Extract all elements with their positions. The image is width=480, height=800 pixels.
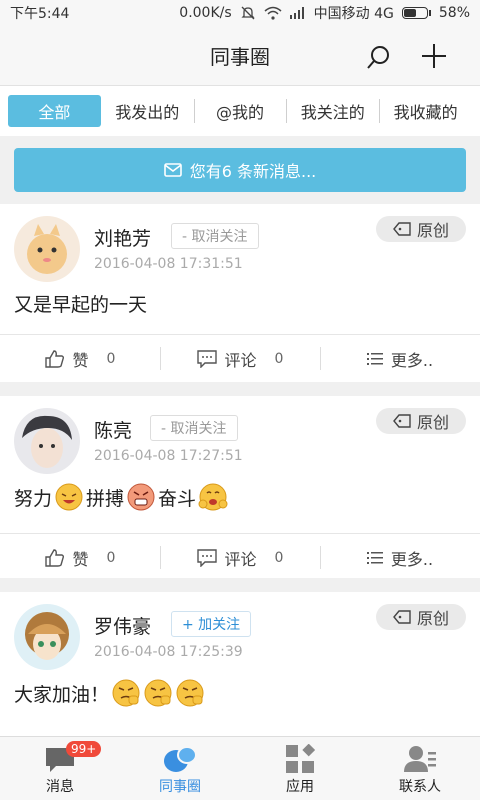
original-tag: 原创: [376, 604, 466, 630]
unfollow-button[interactable]: - 取消关注: [171, 223, 259, 249]
page-title: 同事圈: [210, 45, 270, 69]
post-card: 刘艳芳 - 取消关注 2016-04-08 17:31:51 原创 又是早起的一…: [0, 204, 480, 382]
original-tag: 原创: [376, 408, 466, 434]
tag-icon: [393, 222, 411, 236]
comment-icon: [196, 349, 217, 368]
tag-icon: [393, 610, 411, 624]
post-content: 大家加油！: [14, 678, 205, 708]
thumbs-up-icon: [44, 349, 64, 368]
author-name: 刘艳芳: [94, 228, 152, 250]
battery-icon: [401, 7, 431, 19]
post-actions: 赞 0 评论 0 更多..: [0, 533, 480, 581]
fist-emoji-icon: [112, 679, 140, 707]
nav-apps[interactable]: 应用: [240, 737, 360, 800]
tab-all[interactable]: 全部: [8, 95, 101, 127]
post-card: 陈亮 - 取消关注 2016-04-08 17:27:51 原创 努力 拼搏 奋…: [0, 396, 480, 578]
avatar[interactable]: [14, 216, 80, 282]
more-button[interactable]: 更多..: [320, 534, 480, 581]
comment-button[interactable]: 评论 0: [160, 534, 320, 581]
like-button[interactable]: 赞 0: [0, 534, 160, 581]
filter-tabs: 全部 我发出的 @我的 我关注的 我收藏的: [0, 86, 480, 136]
post-card: 罗伟豪 + 加关注 2016-04-08 17:25:39 原创 大家加油！: [0, 592, 480, 738]
original-tag: 原创: [376, 216, 466, 242]
nav-colleague-circle[interactable]: 同事圈: [120, 737, 240, 800]
battery-percent: 58%: [438, 5, 470, 21]
banner-text: 您有6 条新消息...: [189, 162, 317, 181]
avatar[interactable]: [14, 604, 80, 670]
signal-icon: [289, 7, 304, 19]
status-time: 下午5:44: [10, 6, 70, 22]
mute-icon: [241, 6, 255, 20]
wifi-icon: [264, 6, 282, 20]
author-name: 陈亮: [94, 420, 133, 442]
author-name: 罗伟豪: [94, 616, 152, 638]
apps-icon: [286, 744, 315, 773]
comment-button[interactable]: 评论 0: [160, 335, 320, 382]
nav-messages[interactable]: 消息 99+: [0, 737, 120, 800]
post-actions: 赞 0 评论 0 更多..: [0, 334, 480, 382]
bottom-nav: 消息 99+ 同事圈 应用 联系人: [0, 736, 480, 800]
post-content: 又是早起的一天: [14, 294, 148, 316]
laughing-emoji-icon: [55, 483, 83, 511]
post-content: 努力 拼搏 奋斗: [14, 482, 228, 512]
tag-icon: [393, 414, 411, 428]
contacts-icon: [404, 746, 436, 772]
follow-button[interactable]: + 加关注: [171, 611, 252, 637]
status-bar: 下午5:44 0.00K/s 中国移动 4G 58%: [0, 0, 480, 26]
banner-area: 您有6 条新消息...: [0, 136, 480, 204]
cheer-emoji-icon: [198, 483, 228, 511]
fist-emoji-icon: [176, 679, 204, 707]
list-icon: [366, 352, 383, 365]
new-messages-banner[interactable]: 您有6 条新消息...: [14, 148, 466, 192]
network-speed: 0.00K/s: [179, 5, 232, 21]
like-count: 0: [106, 549, 116, 566]
comment-icon: [196, 548, 217, 567]
angry-emoji-icon: [127, 483, 155, 511]
fist-emoji-icon: [144, 679, 172, 707]
add-icon[interactable]: [420, 42, 448, 70]
title-bar: 同事圈: [0, 26, 480, 86]
search-icon[interactable]: [366, 44, 392, 70]
carrier: 中国移动 4G: [313, 6, 394, 22]
unread-badge: 99+: [66, 741, 102, 757]
post-time: 2016-04-08 17:31:51: [94, 256, 243, 272]
nav-contacts[interactable]: 联系人: [360, 737, 480, 800]
mail-icon: [163, 163, 182, 177]
thumbs-up-icon: [44, 548, 64, 567]
post-time: 2016-04-08 17:25:39: [94, 644, 243, 660]
comment-count: 0: [274, 350, 284, 367]
circle-icon: [164, 746, 197, 772]
comment-count: 0: [274, 549, 284, 566]
tab-favorites[interactable]: 我收藏的: [379, 95, 472, 127]
list-icon: [366, 551, 383, 564]
post-time: 2016-04-08 17:27:51: [94, 448, 243, 464]
status-right: 0.00K/s 中国移动 4G 58%: [179, 3, 470, 23]
more-button[interactable]: 更多..: [320, 335, 480, 382]
like-button[interactable]: 赞 0: [0, 335, 160, 382]
unfollow-button[interactable]: - 取消关注: [150, 415, 238, 441]
tab-my-posts[interactable]: 我发出的: [101, 95, 194, 127]
tab-following[interactable]: 我关注的: [286, 95, 379, 127]
avatar[interactable]: [14, 408, 80, 474]
like-count: 0: [106, 350, 116, 367]
tab-mentions[interactable]: @我的: [193, 95, 287, 127]
